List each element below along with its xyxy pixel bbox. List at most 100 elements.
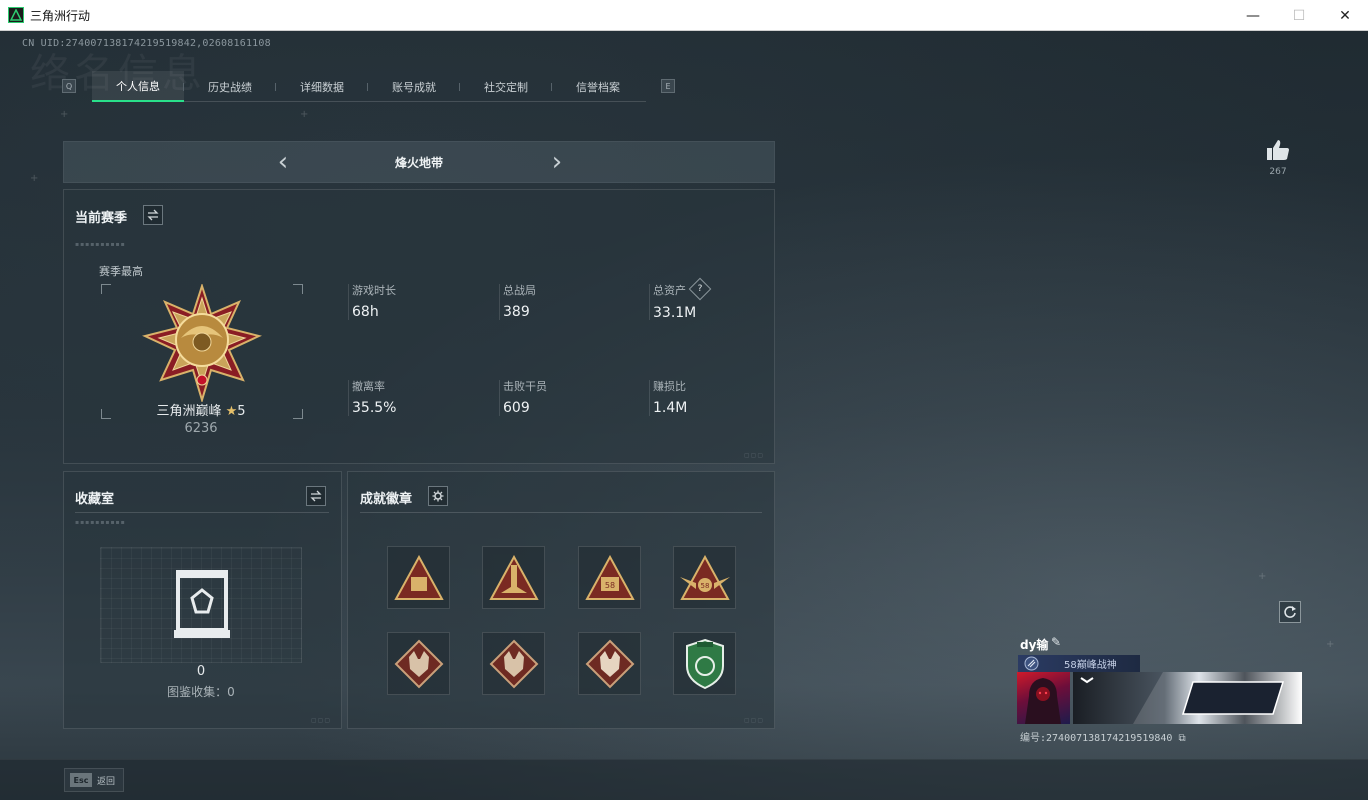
stat-label: 游戏时长 [352,284,396,297]
tab-reputation[interactable]: 信誉档案 [552,71,644,102]
crosshair-decoration: + [1258,571,1267,582]
decor-dots: ▢▢▢ [744,452,765,459]
hooded-figure-avatar-icon [1025,678,1061,724]
swap-icon [310,490,322,502]
tab-next-key[interactable]: E [661,79,675,93]
star-icon: ★ [225,404,238,419]
triangle-missile-badge-icon [488,554,539,600]
svg-text:58: 58 [604,581,614,590]
maximize-button[interactable]: ☐ [1276,0,1322,31]
mode-label: 烽火地带 [394,156,443,170]
season-best-label: 赛季最高 [99,265,143,278]
gear-icon [432,490,444,502]
refresh-button[interactable] [1279,601,1301,623]
badge-tile-6[interactable] [482,632,545,695]
player-id: 编号:274007138174219519840 ⧉ [1020,729,1186,744]
stat-play-time: 游戏时长 68h [348,282,396,320]
stat-value: 609 [503,400,530,416]
collection-count: 0 [196,664,206,679]
help-icon[interactable]: ? [688,277,712,301]
rank-medal-frame [101,284,303,419]
window-title: 三角洲行动 [30,8,91,23]
tab-prev-key[interactable]: Q [62,79,76,93]
thumbs-up-icon [1267,140,1289,160]
frame-corner [101,284,111,294]
window-titlebar: 三角洲行动 — ☐ ✕ [0,0,1368,31]
minimize-button[interactable]: — [1230,0,1276,31]
collection-switch-button[interactable] [306,486,326,506]
uid-label: CN UID:274007138174219519842,02608161108 [22,38,271,49]
season-switch-button[interactable] [143,205,163,225]
badges-settings-button[interactable] [428,486,448,506]
swap-icon [147,209,159,221]
badge-tile-2[interactable] [482,546,545,609]
stat-total-matches: 总战局 389 [499,282,536,320]
main-tabs: 个人信息 历史战绩 详细数据 账号成就 社交定制 信誉档案 [92,71,646,102]
divider [75,512,329,513]
tab-social-custom[interactable]: 社交定制 [460,71,552,102]
display-case-icon [174,570,230,638]
back-button[interactable]: Esc 返回 [64,768,124,792]
rank-stars: 5 [237,404,246,419]
badges-title: 成就徽章 [360,492,413,507]
copy-icon[interactable]: ⧉ [1178,733,1185,744]
stat-value: 389 [503,304,530,320]
badge-tile-5[interactable] [387,632,450,695]
frame-corner [293,284,303,294]
close-button[interactable]: ✕ [1322,0,1368,31]
banner-artwork [1080,672,1302,724]
wolf-head-badge-icon [394,639,443,688]
mode-selector: ‹ 烽火地带 › [63,141,775,183]
app-logo-icon [8,7,24,23]
stat-total-assets: 总资产? 33.1M [649,277,712,321]
player-title-bar: 58巅峰战神 [1018,655,1140,672]
crosshair-decoration: + [30,173,39,184]
badge-tile-3[interactable]: 58 [578,546,641,609]
collection-display[interactable] [100,547,302,663]
rank-name-row: 三角洲巅峰 ★5 [100,400,302,419]
stat-label: 击败干员 [503,380,547,393]
like-widget[interactable]: 267 [1263,139,1293,177]
green-shield-badge-icon [685,638,724,689]
stat-kills: 击败干员 609 [499,378,547,416]
window-controls: — ☐ ✕ [1230,0,1368,31]
decor-dots: ▢▢▢ [311,717,332,724]
edit-name-icon[interactable]: ✎ [1051,635,1061,649]
bottom-bar: Esc 返回 [0,759,1368,800]
collection-progress: 图鉴收集：0 [167,685,235,699]
rank-name: 三角洲巅峰 [156,404,222,419]
avatar [1017,672,1070,724]
stat-label-text: 总资产 [653,284,686,297]
help-glyph: ? [697,284,703,294]
current-season-title: 当前赛季 [75,211,128,226]
stat-label: 总资产? [653,277,712,301]
divider [360,512,762,513]
winged-58-badge-icon: 58 [679,554,730,600]
badge-tile-8[interactable] [673,632,736,695]
wolf-head-badge-icon-2 [489,639,538,688]
stat-label: 总战局 [503,284,536,297]
badge-tile-7[interactable] [578,632,641,695]
wolf-head-badge-icon-3 [585,639,634,688]
collection-title: 收藏室 [75,492,115,507]
stat-value: 33.1M [653,305,697,321]
namecard-banner [1073,672,1302,724]
rank-medal-icon [142,284,262,402]
badge-tile-4[interactable]: 58 [673,546,736,609]
player-id-text: 编号:274007138174219519840 [1020,733,1173,744]
badge-tile-1[interactable] [387,546,450,609]
esc-key-icon: Esc [70,773,92,787]
mode-next-arrow[interactable]: › [545,149,569,177]
crosshair-decoration: + [60,109,69,120]
tab-achievements[interactable]: 账号成就 [368,71,460,102]
stat-value: 35.5% [352,400,397,416]
player-namecard[interactable]: dy输 ✎ 58巅峰战神 编号:274007138174219519840 ⧉ [1015,634,1302,744]
crosshair-decoration: + [300,109,309,120]
stat-value: 1.4M [653,400,688,416]
svg-text:58: 58 [700,582,709,590]
decor-dots: ▪▪▪▪▪▪▪▪▪▪ [75,241,126,248]
tab-personal-info[interactable]: 个人信息 [92,71,184,102]
stat-label: 赚损比 [653,380,686,393]
tab-detailed-data[interactable]: 详细数据 [276,71,368,102]
tab-history[interactable]: 历史战绩 [184,71,276,102]
